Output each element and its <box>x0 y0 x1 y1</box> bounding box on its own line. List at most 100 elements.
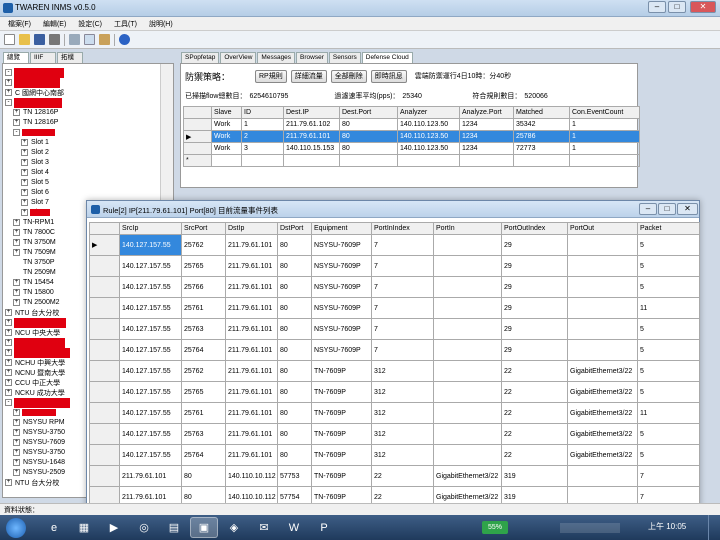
column-header[interactable]: Analyze.Port <box>459 106 514 119</box>
row-header[interactable] <box>89 423 120 445</box>
tree-item[interactable]: + NSYSU-7609 <box>13 438 66 447</box>
row-header[interactable] <box>89 444 120 466</box>
table-row[interactable]: 140.127.157.55 25765 211.79.61.101 80 TN-760… <box>89 381 700 403</box>
collapse-icon[interactable]: - <box>5 69 12 76</box>
table-row[interactable]: 140.127.157.55 25761 211.79.61.101 80 NSYSU-… <box>89 297 700 319</box>
tab-browser[interactable]: Browser <box>296 52 328 63</box>
tree-item[interactable]: + NCNU 暨南大學 <box>5 368 66 377</box>
menu-file[interactable]: 檔案(F) <box>8 19 31 29</box>
column-header[interactable]: PortOut <box>567 222 638 235</box>
row-header[interactable] <box>183 118 212 131</box>
row-header[interactable] <box>89 297 120 319</box>
tree-item[interactable]: + NTU 台大分校 <box>5 308 60 317</box>
expand-icon[interactable]: + <box>13 249 20 256</box>
tree-item[interactable]: + TN 15800 <box>13 288 55 297</box>
cut-icon[interactable] <box>69 34 80 45</box>
tree-item[interactable]: -T 台南服務中心 <box>5 67 65 78</box>
tree-item[interactable]: + NTHU 清大分校 <box>5 337 66 348</box>
expand-icon[interactable]: + <box>5 389 12 396</box>
expand-icon[interactable]: + <box>13 419 20 426</box>
explorer-icon[interactable]: ▦ <box>70 517 98 538</box>
table-row[interactable]: 140.127.157.55 25762 211.79.61.101 80 TN-760… <box>89 360 700 382</box>
menu-edit[interactable]: 編輯(E) <box>43 19 66 29</box>
tree-item[interactable]: + NCKU 成功大學 <box>5 388 66 397</box>
tree-item[interactable]: + NTU 台大分校 <box>5 478 60 487</box>
tree-item[interactable]: + NCHU 中興大學 <box>5 358 66 367</box>
tree-item[interactable]: + TN 2500M2 <box>13 298 61 307</box>
expand-icon[interactable]: + <box>5 89 12 96</box>
expand-icon[interactable]: + <box>13 439 20 446</box>
table-row[interactable]: 211.79.61.101 80 140.110.10.112 57753 TN-760… <box>89 465 700 487</box>
tray-icons[interactable] <box>560 523 620 533</box>
column-header[interactable]: Equipment <box>311 222 372 235</box>
row-header[interactable] <box>183 142 212 155</box>
tree-item[interactable]: + Slot 2 <box>21 148 50 157</box>
tree-item[interactable]: + TN-RPM1 <box>13 218 55 227</box>
new-file-icon[interactable] <box>4 34 15 45</box>
column-header[interactable]: SrcIp <box>119 222 182 235</box>
tree-item[interactable]: + Slot 5 <box>21 178 50 187</box>
expand-icon[interactable]: + <box>13 409 20 416</box>
expand-icon[interactable]: + <box>5 359 12 366</box>
app-icon-5[interactable]: W <box>280 517 308 538</box>
expand-icon[interactable]: + <box>21 179 28 186</box>
rules-table[interactable]: Slave ID Dest.IP Dest.Port Analyzer Analyze.P… <box>183 106 640 167</box>
tree-item[interactable]: - NSYSU 中山大學 <box>5 397 71 408</box>
menu-help[interactable]: 說明(H) <box>149 19 173 29</box>
table-row[interactable]: ▶ Work 2 211.79.61.101 80 140.110.123.50 1234 2… <box>183 130 640 143</box>
expand-icon[interactable]: + <box>13 299 20 306</box>
save-icon[interactable] <box>34 34 45 45</box>
dialog-close-button[interactable]: ✕ <box>677 203 698 215</box>
media-player-icon[interactable]: ▶ <box>100 517 128 538</box>
column-header[interactable]: Dest.IP <box>283 106 340 119</box>
tree-item[interactable]: + Slot 7 <box>21 198 50 207</box>
rp-rules-button[interactable]: RP規則 <box>255 69 287 83</box>
table-row[interactable]: 140.127.157.55 25766 211.79.61.101 80 NSYSU-… <box>89 276 700 298</box>
column-header[interactable]: DstPort <box>277 222 312 235</box>
row-header[interactable] <box>89 465 120 487</box>
menu-settings[interactable]: 設定(C) <box>78 19 102 29</box>
table-row[interactable]: 140.127.157.55 25763 211.79.61.101 80 TN-760… <box>89 423 700 445</box>
table-row[interactable]: Work 1 211.79.61.102 80 140.110.123.50 1234 35… <box>183 118 640 131</box>
expand-icon[interactable]: + <box>5 369 12 376</box>
expand-icon[interactable]: + <box>13 239 20 246</box>
expand-icon[interactable]: + <box>21 149 28 156</box>
tree-item[interactable]: + Slot 4 <box>21 168 50 177</box>
expand-icon[interactable]: + <box>5 79 12 86</box>
tab-topology[interactable]: 拓樸 <box>57 52 83 63</box>
delete-all-button[interactable]: 全部刪除 <box>330 69 367 83</box>
tree-item[interactable]: + NCKU 成大醫院 <box>5 317 66 328</box>
ie-icon[interactable]: e <box>40 517 68 538</box>
expand-icon[interactable]: + <box>13 429 20 436</box>
tree-item[interactable]: TN 2509M <box>13 268 57 277</box>
tab-messages[interactable]: Messages <box>257 52 296 63</box>
help-icon[interactable] <box>119 34 130 45</box>
column-header[interactable]: ID <box>241 106 284 119</box>
row-header[interactable] <box>89 255 120 277</box>
expand-icon[interactable]: + <box>21 209 28 216</box>
table-row[interactable]: 140.127.157.55 25764 211.79.61.101 80 TN-760… <box>89 444 700 466</box>
tree-item[interactable]: + TN 15454 <box>13 278 55 287</box>
column-header[interactable]: SrcPort <box>181 222 226 235</box>
new-row[interactable]: * <box>183 154 640 167</box>
minimize-button[interactable]: – <box>648 1 666 13</box>
tree-item[interactable]: + CHT 中華電信 <box>5 77 61 88</box>
menu-tools[interactable]: 工具(T) <box>114 19 137 29</box>
row-header[interactable]: ▶ <box>89 234 120 256</box>
row-header[interactable] <box>89 402 120 424</box>
table-row[interactable]: 140.127.157.55 25765 211.79.61.101 80 NSYSU-… <box>89 255 700 277</box>
battery-indicator[interactable]: 55% <box>482 521 508 534</box>
row-header[interactable] <box>89 276 120 298</box>
expand-icon[interactable]: + <box>13 119 20 126</box>
table-row[interactable]: ▶ 140.127.157.55 25762 211.79.61.101 80 NSYSU… <box>89 234 700 256</box>
column-header[interactable]: Analyzer <box>397 106 460 119</box>
column-header[interactable]: Matched <box>513 106 570 119</box>
expand-icon[interactable]: + <box>5 309 12 316</box>
expand-icon[interactable]: + <box>13 289 20 296</box>
tree-item[interactable]: + NSYSU RPM <box>13 418 66 427</box>
app-icon-6[interactable]: P <box>310 517 338 538</box>
tree-item[interactable]: + Slot 3 <box>21 158 50 167</box>
expand-icon[interactable]: + <box>21 189 28 196</box>
expand-icon[interactable]: + <box>5 319 12 326</box>
expand-icon[interactable]: + <box>5 339 12 346</box>
